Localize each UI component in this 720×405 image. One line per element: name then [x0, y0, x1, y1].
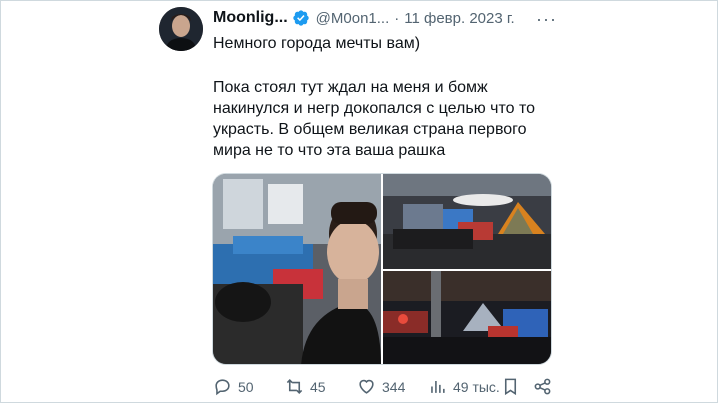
tweet-text-line-2: Пока стоял тут ждал на меня и бомж накин…	[213, 79, 536, 159]
reply-count: 50	[238, 378, 254, 395]
heart-icon	[359, 379, 374, 394]
share-icon	[534, 378, 551, 395]
selfie-photo[interactable]	[213, 174, 381, 364]
views-count: 49 тыс.	[453, 378, 500, 395]
bookmark-button[interactable]	[501, 377, 526, 396]
reply-button[interactable]: 50	[213, 377, 254, 396]
verified-badge-icon	[292, 9, 310, 27]
retweet-button[interactable]: 45	[285, 377, 326, 396]
like-count: 344	[382, 378, 406, 395]
tweet-card: Moonlig... @M0on1... · 11 февр. 2023 г. …	[0, 0, 718, 403]
retweet-icon	[286, 379, 303, 394]
media-grid	[212, 173, 552, 365]
author-name[interactable]: Moonlig...	[213, 9, 288, 27]
author-handle[interactable]: @M0on1...	[316, 10, 390, 27]
bookmark-icon	[504, 378, 517, 396]
views-chart-icon	[431, 380, 445, 393]
reply-icon	[215, 379, 230, 396]
retweet-count: 45	[310, 378, 326, 395]
action-bar: 50 45 344 49 тыс.	[1, 377, 720, 401]
tweet-header: Moonlig... @M0on1... · 11 февр. 2023 г.	[213, 7, 515, 29]
tweet-text-line-1: Немного города мечты вам)	[213, 35, 421, 52]
separator-dot: ·	[394, 9, 400, 27]
like-button[interactable]: 344	[357, 377, 405, 396]
more-options-icon[interactable]: ···	[536, 9, 557, 30]
tweet-date[interactable]: 11 февр. 2023 г.	[404, 10, 514, 27]
share-button[interactable]	[533, 377, 558, 396]
tents-street-photo[interactable]	[383, 174, 551, 269]
tents-night-photo[interactable]	[383, 271, 551, 364]
avatar[interactable]	[159, 7, 203, 51]
views-button[interactable]: 49 тыс.	[428, 377, 500, 396]
